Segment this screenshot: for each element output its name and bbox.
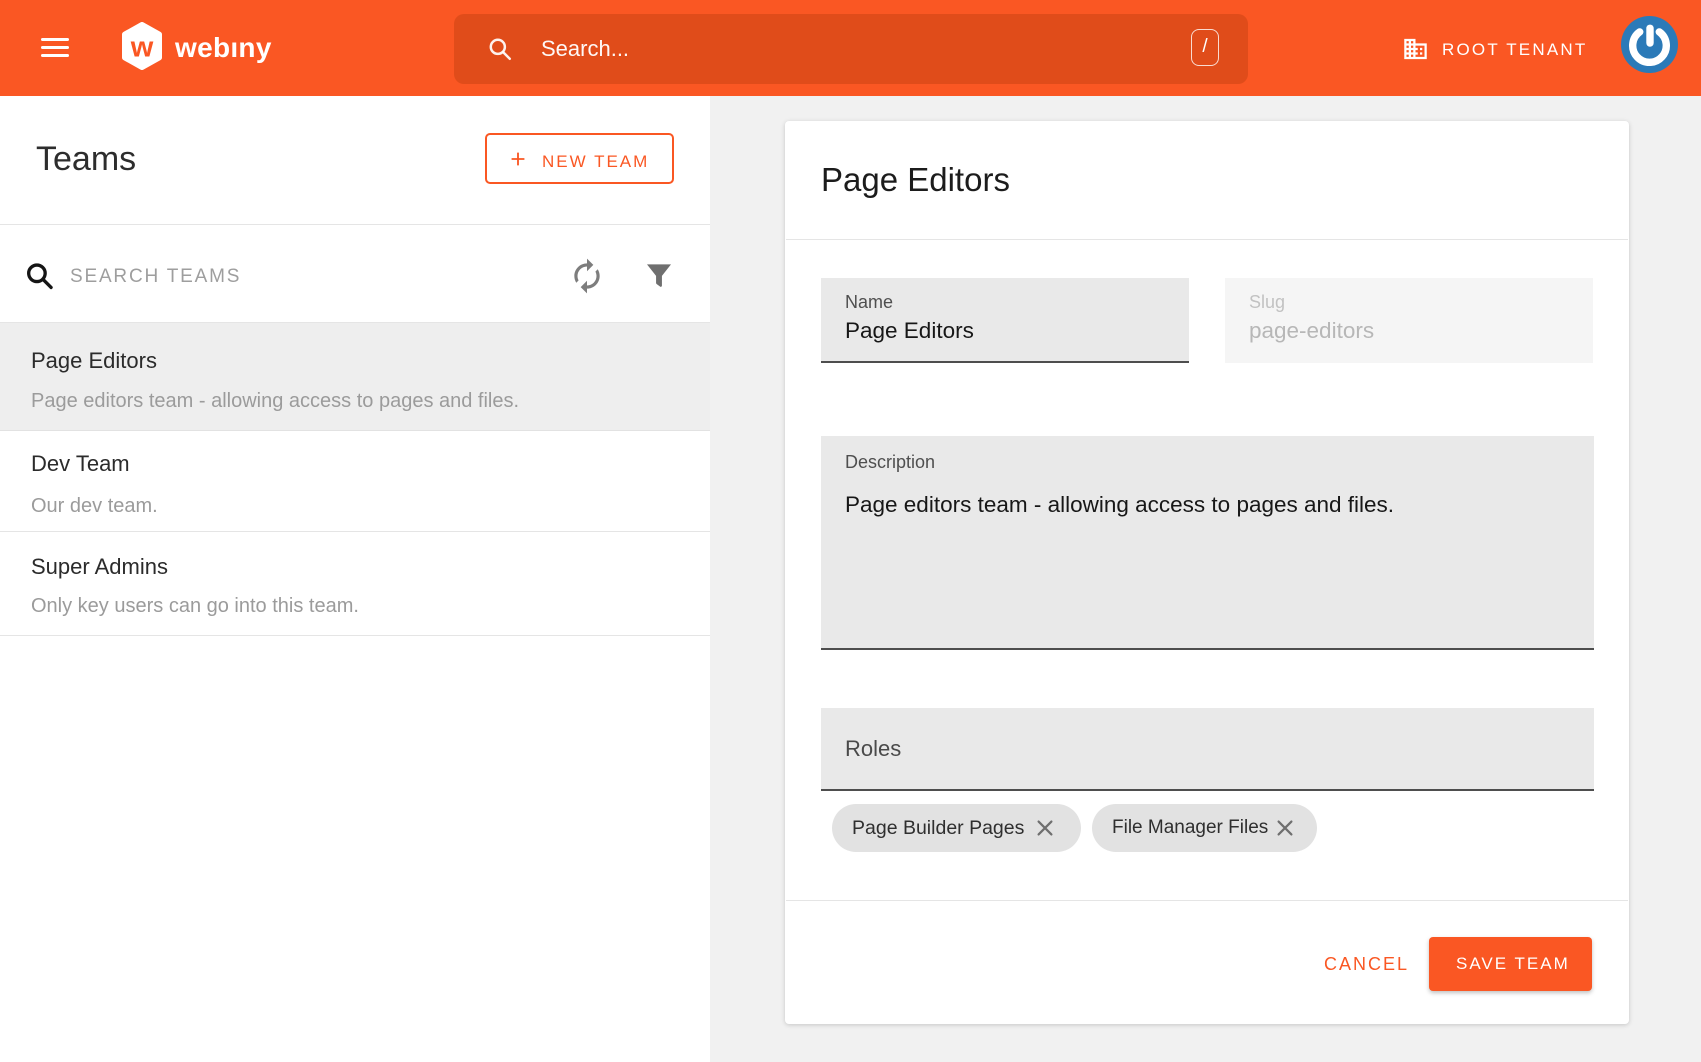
svg-text:w: w bbox=[130, 32, 154, 64]
